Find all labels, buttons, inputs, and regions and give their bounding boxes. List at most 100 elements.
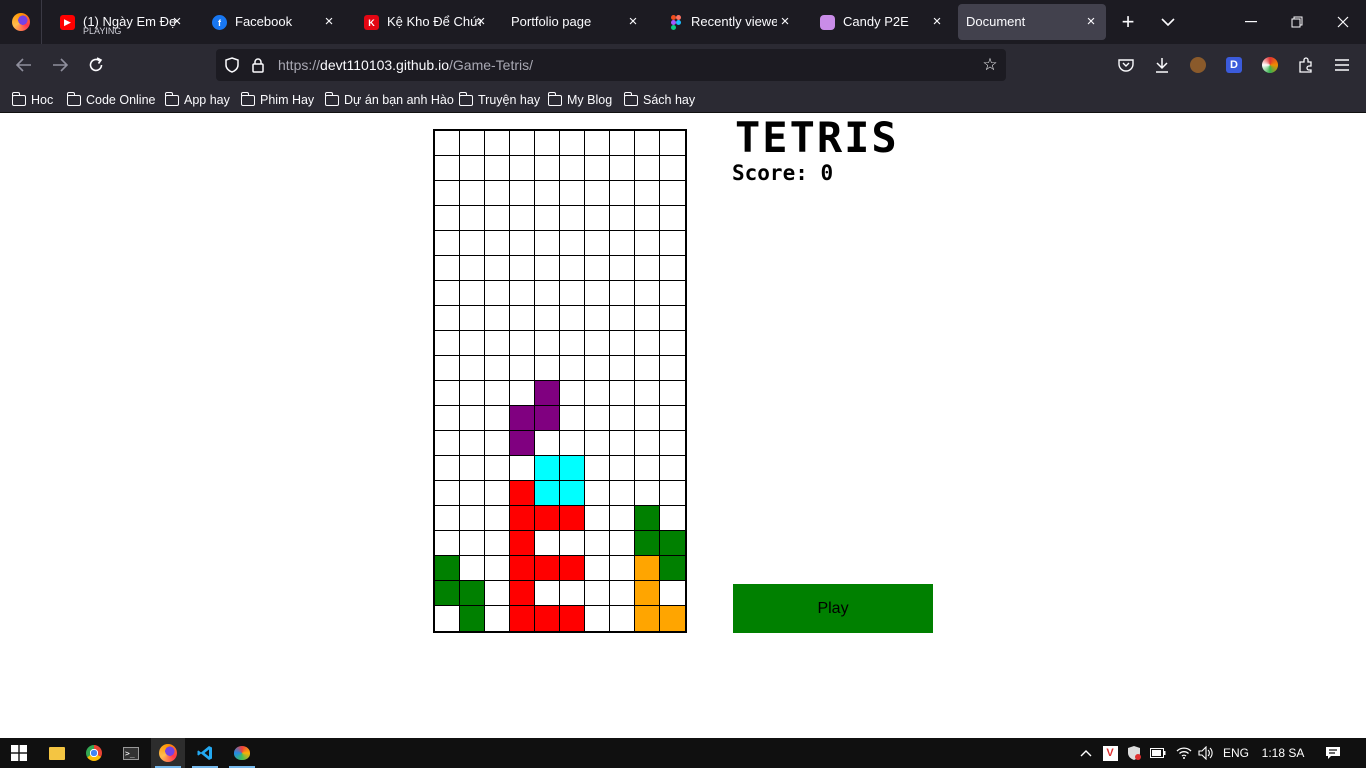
- bookmarks-toolbar: Hoc Code Online App hay Phim Hay Dự án b…: [0, 86, 1366, 113]
- board-cell-empty: [535, 181, 560, 206]
- language-indicator[interactable]: ENG: [1220, 738, 1252, 768]
- board-cell-empty: [585, 306, 610, 331]
- board-cell-empty: [610, 356, 635, 381]
- board-cell-empty: [485, 306, 510, 331]
- bookmark-folder[interactable]: Sách hay: [623, 90, 696, 110]
- tab-facebook[interactable]: f Facebook ×: [200, 4, 344, 40]
- board-cell-empty: [485, 581, 510, 606]
- close-icon[interactable]: ×: [624, 12, 642, 30]
- chevron-up-icon[interactable]: [1076, 738, 1096, 768]
- board-cell-empty: [610, 131, 635, 156]
- folder-icon: [458, 91, 473, 106]
- tab-portfolio[interactable]: Portfolio page ×: [504, 4, 648, 40]
- bookmark-folder[interactable]: App hay: [164, 90, 230, 110]
- file-explorer-icon[interactable]: [40, 738, 74, 768]
- download-icon[interactable]: [1151, 54, 1173, 76]
- minimize-icon[interactable]: [1236, 10, 1266, 34]
- extension-cookie-icon[interactable]: [1187, 54, 1209, 76]
- terminal-icon[interactable]: >_: [114, 738, 148, 768]
- board-cell-empty: [435, 181, 460, 206]
- wifi-icon[interactable]: [1174, 738, 1194, 768]
- window-close-icon[interactable]: [1328, 10, 1358, 34]
- board-cell-empty: [585, 531, 610, 556]
- vscode-icon[interactable]: [188, 738, 222, 768]
- bookmark-folder[interactable]: Dự án bạn anh Hào: [324, 90, 454, 110]
- board-cell-empty: [585, 206, 610, 231]
- clock[interactable]: 1:18 SA: [1258, 738, 1308, 768]
- board-cell-empty: [585, 181, 610, 206]
- back-arrow-icon[interactable]: [10, 52, 38, 78]
- tab-youtube[interactable]: ▶ (1) Ngày Em Đẹp Nhất PLAYING ×: [48, 4, 192, 40]
- close-icon[interactable]: ×: [320, 12, 338, 30]
- restore-icon[interactable]: [1282, 10, 1312, 34]
- board-cell-empty: [585, 456, 610, 481]
- security-shield-icon[interactable]: [1124, 738, 1144, 768]
- reload-icon[interactable]: [82, 52, 110, 78]
- firefox-menu-button[interactable]: [0, 0, 42, 44]
- board-cell-empty: [435, 231, 460, 256]
- board-cell-filled: [510, 431, 535, 456]
- board-cell-empty: [660, 581, 685, 606]
- tab-candy[interactable]: Candy P2E ×: [808, 4, 952, 40]
- chrome-icon[interactable]: [77, 738, 111, 768]
- volume-icon[interactable]: [1196, 738, 1216, 768]
- bookmark-folder[interactable]: Truyện hay: [458, 90, 540, 110]
- board-cell-empty: [510, 281, 535, 306]
- tab-list-icon[interactable]: [1156, 10, 1180, 34]
- vivaldi-tray-icon[interactable]: V: [1100, 738, 1120, 768]
- board-cell-empty: [460, 131, 485, 156]
- extension-color-picker-icon[interactable]: [1259, 54, 1281, 76]
- windows-start-icon[interactable]: [2, 738, 36, 768]
- page-content: TETRIS Score: 0 Play: [0, 113, 1366, 738]
- bookmark-folder[interactable]: Code Online: [66, 90, 156, 110]
- board-cell-empty: [585, 281, 610, 306]
- paint-app-icon[interactable]: [225, 738, 259, 768]
- bookmark-label: Sách hay: [643, 93, 696, 107]
- close-icon[interactable]: ×: [928, 12, 946, 30]
- board-cell-empty: [535, 281, 560, 306]
- bookmark-folder[interactable]: Hoc: [11, 90, 53, 110]
- board-cell-empty: [535, 356, 560, 381]
- close-icon[interactable]: ×: [776, 12, 794, 30]
- new-tab-icon[interactable]: +: [1116, 9, 1140, 34]
- board-cell-empty: [510, 331, 535, 356]
- play-button[interactable]: Play: [733, 584, 933, 633]
- k-brand-icon: K: [364, 15, 379, 30]
- close-icon[interactable]: ×: [472, 12, 490, 30]
- board-cell-empty: [585, 481, 610, 506]
- board-cell-filled: [510, 581, 535, 606]
- bookmark-folder[interactable]: Phim Hay: [240, 90, 314, 110]
- url-text[interactable]: https://devt110103.github.io/Game-Tetris…: [278, 57, 533, 73]
- bookmark-folder[interactable]: My Blog: [547, 90, 612, 110]
- extensions-puzzle-icon[interactable]: [1295, 54, 1317, 76]
- board-cell-empty: [510, 306, 535, 331]
- board-cell-empty: [485, 206, 510, 231]
- board-cell-empty: [660, 131, 685, 156]
- board-cell-empty: [535, 581, 560, 606]
- battery-icon[interactable]: [1148, 738, 1168, 768]
- folder-icon: [164, 91, 179, 106]
- hamburger-menu-icon[interactable]: [1331, 54, 1353, 76]
- board-cell-empty: [660, 356, 685, 381]
- tab-document[interactable]: Document ×: [958, 4, 1106, 40]
- board-cell-empty: [485, 506, 510, 531]
- board-cell-empty: [510, 456, 535, 481]
- shield-icon[interactable]: [222, 55, 242, 75]
- tab-figma[interactable]: Recently viewed – Figma ×: [656, 4, 800, 40]
- star-bookmark-icon[interactable]: ☆: [980, 55, 1000, 75]
- firefox-taskbar-icon[interactable]: [151, 738, 185, 768]
- address-bar[interactable]: https://devt110103.github.io/Game-Tetris…: [216, 49, 1006, 81]
- figma-icon: [668, 15, 683, 30]
- forward-arrow-icon[interactable]: [46, 52, 74, 78]
- board-cell-empty: [510, 131, 535, 156]
- tab-ke-kho[interactable]: K Kệ Kho Để Chứa Hàng ×: [352, 4, 496, 40]
- board-cell-empty: [635, 431, 660, 456]
- notification-center-icon[interactable]: [1318, 738, 1348, 768]
- extension-d-icon[interactable]: D: [1223, 54, 1245, 76]
- pocket-icon[interactable]: [1115, 54, 1137, 76]
- folder-icon: [623, 91, 638, 106]
- close-icon[interactable]: ×: [168, 12, 186, 30]
- close-icon[interactable]: ×: [1082, 12, 1100, 30]
- board-cell-empty: [660, 256, 685, 281]
- lock-icon[interactable]: [248, 55, 268, 75]
